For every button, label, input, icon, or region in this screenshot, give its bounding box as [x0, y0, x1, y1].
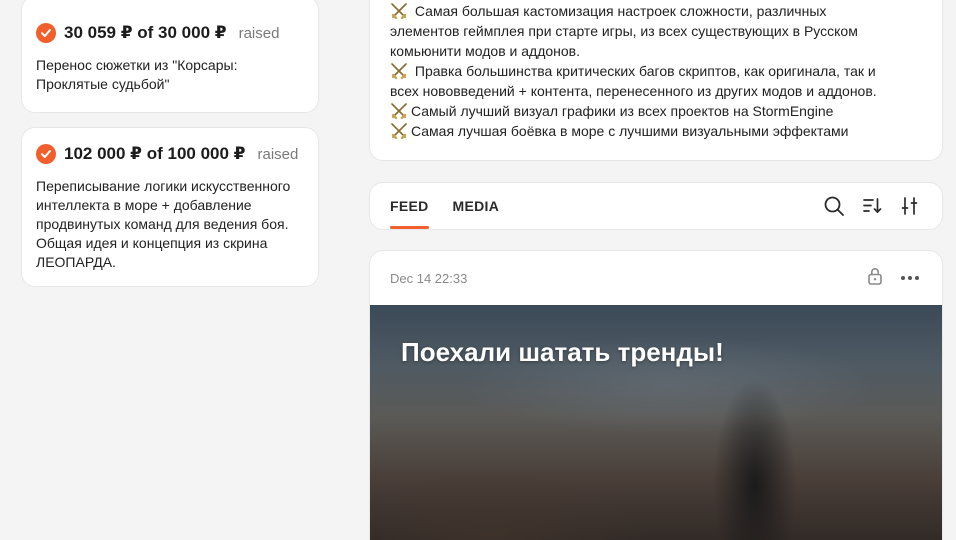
- description-line: комьюнити модов и аддонов.: [390, 43, 581, 59]
- sort-button[interactable]: [860, 194, 884, 218]
- description-line-text: Самая лучшая боёвка в море с лучшими виз…: [411, 123, 849, 139]
- check-icon: [36, 23, 56, 43]
- description-line: Правка большинства критических багов скр…: [390, 61, 922, 81]
- description-line: Самый лучший визуал графики из всех прое…: [390, 101, 922, 121]
- goal-amount: 30 059 ₽ of 30 000 ₽: [64, 23, 227, 42]
- description-line: Самая лучшая боёвка в море с лучшими виз…: [390, 121, 922, 141]
- check-icon: [36, 144, 56, 164]
- filter-button[interactable]: [898, 194, 922, 218]
- feed-tools: [822, 183, 922, 229]
- filter-icon: [901, 197, 918, 215]
- goal-card: 102 000 ₽ of 100 000 ₽ raised Переписыва…: [21, 127, 319, 287]
- tab-media[interactable]: MEDIA: [453, 183, 500, 229]
- post-image[interactable]: Поехали шатать тренды!: [370, 305, 942, 540]
- goal-description: Переписывание логики искусственного инте…: [36, 178, 291, 270]
- feed-tabs-bar: FEED MEDIA: [369, 182, 943, 230]
- search-icon: [824, 196, 844, 216]
- post-header: Dec 14 22:33: [370, 251, 942, 305]
- search-button[interactable]: [822, 194, 846, 218]
- description-line: элементов геймплея при старте игры, из в…: [390, 23, 858, 39]
- lock-icon: [866, 266, 884, 291]
- description-line-text: Самая большая кастомизация настроек слож…: [411, 3, 827, 19]
- description-line-text: Самый лучший визуал графики из всех прое…: [411, 103, 834, 119]
- post-title: Поехали шатать тренды!: [401, 337, 724, 367]
- goal-amount: 102 000 ₽ of 100 000 ₽: [64, 144, 246, 163]
- tab-feed[interactable]: FEED: [390, 183, 429, 229]
- description-text: Самая большая кастомизация настроек слож…: [390, 1, 922, 141]
- goal-card: 30 059 ₽ of 30 000 ₽ raised Перенос сюже…: [21, 0, 319, 113]
- sort-icon: [863, 198, 882, 214]
- crossed-swords-icon: [391, 103, 407, 119]
- post-date: Dec 14 22:33: [390, 270, 468, 286]
- goal-raised-label: raised: [238, 24, 280, 42]
- goal-header: 30 059 ₽ of 30 000 ₽ raised: [36, 23, 304, 43]
- crossed-swords-icon: [391, 3, 407, 19]
- goal-description: Перенос сюжетки из "Корсары: Проклятые с…: [36, 57, 238, 92]
- crossed-swords-icon: [391, 63, 407, 79]
- crossed-swords-icon: [391, 123, 407, 139]
- description-line: Самая большая кастомизация настроек слож…: [390, 1, 922, 21]
- page: 30 059 ₽ of 30 000 ₽ raised Перенос сюже…: [0, 0, 956, 540]
- goal-raised-label: raised: [257, 145, 299, 163]
- description-line: всех нововведений + контента, перенесенн…: [390, 83, 877, 99]
- post-actions: [866, 266, 922, 291]
- description-line-text: Правка большинства критических багов скр…: [411, 63, 876, 79]
- post-card: Dec 14 22:33 Поехали шатать тренды!: [369, 250, 943, 540]
- post-more-button[interactable]: [898, 266, 922, 290]
- more-icon: [901, 276, 919, 280]
- goal-header: 102 000 ₽ of 100 000 ₽ raised: [36, 144, 304, 164]
- creator-description-card: Самая большая кастомизация настроек слож…: [369, 0, 943, 161]
